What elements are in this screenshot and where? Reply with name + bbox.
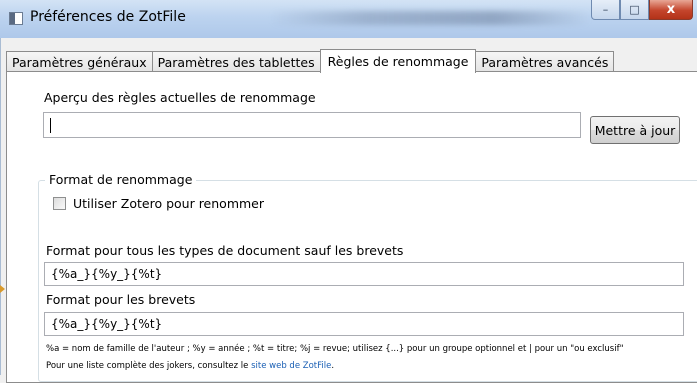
use-zotero-checkbox-label[interactable]: Utiliser Zotero pour renommer <box>73 196 264 211</box>
wildcards-reference-text: Pour une liste complète des jokers, cons… <box>46 361 334 371</box>
zotfile-website-link[interactable]: site web de ZotFile <box>251 361 331 371</box>
patents-format-field[interactable]: {%a_}{%y_}{%t} <box>44 312 684 336</box>
tab-renaming-rules[interactable]: Règles de renommage <box>319 49 477 73</box>
text-caret <box>50 118 51 133</box>
tab-strip: Paramètres généraux Paramètres des table… <box>6 49 615 73</box>
all-types-format-label: Format pour tous les types de document s… <box>46 243 404 258</box>
close-button[interactable]: x <box>649 0 693 20</box>
reference-text-prefix: Pour une liste complète des jokers, cons… <box>46 361 252 371</box>
title-bar[interactable]: Préférences de ZotFile – □ x <box>0 0 697 39</box>
tab-tablet-settings[interactable]: Paramètres des tablettes <box>151 51 321 72</box>
preview-label: Aperçu des règles actuelles de renommage <box>44 90 316 105</box>
side-arrow-marker <box>0 285 5 293</box>
wildcards-help-text: %a = nom de famille de l'auteur ; %y = a… <box>46 344 624 354</box>
minimize-button[interactable]: – <box>591 0 620 20</box>
preview-field[interactable] <box>43 112 581 138</box>
maximize-button[interactable]: □ <box>620 0 649 20</box>
app-icon <box>9 12 23 25</box>
blurred-background-window-title <box>270 11 590 25</box>
update-button[interactable]: Mettre à jour <box>590 116 680 144</box>
reference-text-suffix: . <box>331 361 335 371</box>
all-types-format-field[interactable]: {%a_}{%y_}{%t} <box>44 262 684 286</box>
tab-advanced-settings[interactable]: Paramètres avancés <box>475 51 615 72</box>
window-title: Préférences de ZotFile <box>30 9 186 25</box>
format-group-legend: Format de renommage <box>45 172 197 187</box>
patents-format-label: Format pour les brevets <box>46 292 196 307</box>
window-controls: – □ x <box>591 0 693 22</box>
tab-general-settings[interactable]: Paramètres généraux <box>6 51 153 72</box>
use-zotero-checkbox[interactable] <box>53 197 66 210</box>
